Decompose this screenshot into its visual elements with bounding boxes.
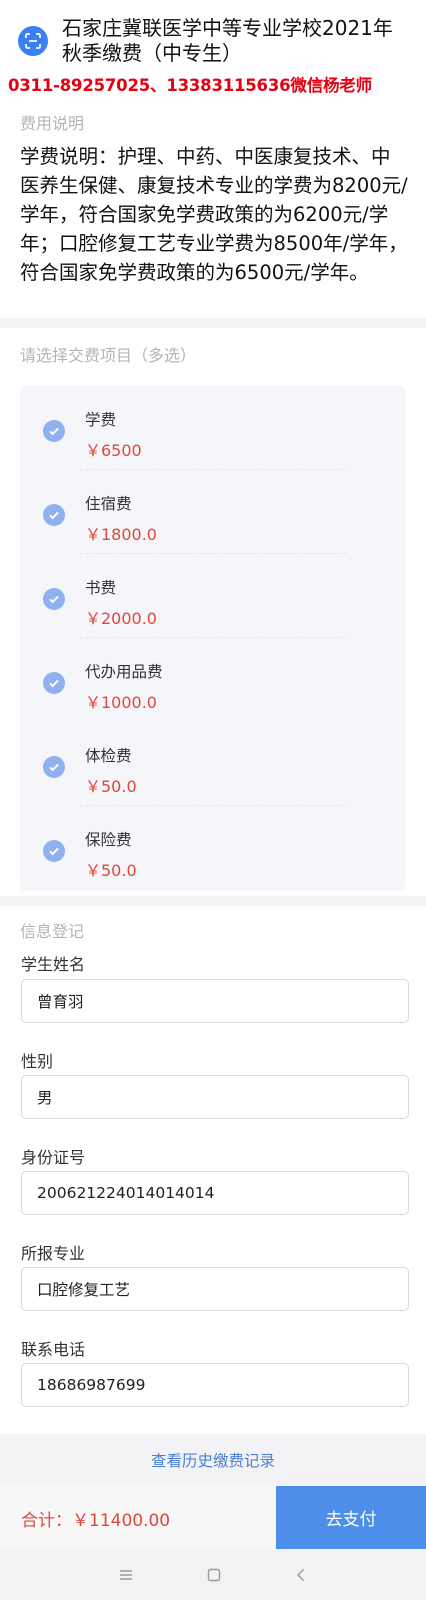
section-divider (0, 896, 426, 906)
phone-input[interactable]: 18686987699 (21, 1363, 409, 1407)
fee-item[interactable]: 学费 ￥6500 (20, 386, 406, 470)
back-icon[interactable] (288, 1562, 314, 1588)
checkbox-checked-icon[interactable] (43, 420, 65, 442)
fee-item[interactable]: 代办用品费 ￥1000.0 (20, 638, 406, 722)
fee-item-name: 代办用品费 (85, 663, 163, 681)
fee-info-label: 费用说明 (20, 114, 85, 133)
fee-item-price: ￥6500 (85, 441, 142, 460)
gender-label: 性别 (21, 1052, 54, 1071)
checkbox-checked-icon[interactable] (43, 756, 65, 778)
pay-button[interactable]: 去支付 (276, 1486, 426, 1549)
id-number-label: 身份证号 (21, 1148, 86, 1167)
page-header: 石家庄冀联医学中等专业学校2021年秋季缴费（中专生） 0311-8925702… (0, 0, 426, 100)
fee-item-name: 学费 (85, 411, 117, 429)
total-label: 合计： (21, 1511, 72, 1531)
phone-label: 联系电话 (21, 1340, 86, 1359)
fee-item-name: 保险费 (85, 831, 132, 849)
checkbox-checked-icon[interactable] (43, 840, 65, 862)
fee-item[interactable]: 体检费 ￥50.0 (20, 722, 406, 806)
fee-item-price: ￥2000.0 (85, 609, 157, 628)
fee-item-price: ￥1000.0 (85, 693, 157, 712)
home-square-icon[interactable] (201, 1562, 227, 1588)
checkbox-checked-icon[interactable] (43, 672, 65, 694)
student-name-label: 学生姓名 (21, 955, 86, 974)
id-number-input[interactable]: 200621224014014014 (21, 1171, 409, 1215)
fee-item-name: 书费 (85, 579, 117, 597)
gender-input[interactable]: 男 (21, 1075, 409, 1119)
items-section-label: 请选择交费项目（多选） (20, 346, 197, 365)
checkbox-checked-icon[interactable] (43, 588, 65, 610)
fee-item[interactable]: 书费 ￥2000.0 (20, 554, 406, 638)
checkbox-checked-icon[interactable] (43, 504, 65, 526)
total-amount: 合计：￥11400.00 (21, 1506, 170, 1531)
fee-item-price: ￥50.0 (85, 861, 137, 880)
major-label: 所报专业 (21, 1244, 86, 1263)
registration-label: 信息登记 (20, 922, 85, 941)
fee-items-list: 学费 ￥6500 住宿费 ￥1800.0 书费 ￥2000.0 代办用品费 ￥1… (20, 386, 406, 891)
fee-item-price: ￥50.0 (85, 777, 137, 796)
fee-item[interactable]: 住宿费 ￥1800.0 (20, 470, 406, 554)
system-nav-bar (0, 1549, 426, 1600)
fee-item[interactable]: 保险费 ￥50.0 (20, 806, 406, 890)
student-name-input[interactable]: 曾育羽 (21, 979, 409, 1023)
contact-info: 0311-89257025、13383115636微信杨老师 (8, 76, 372, 95)
section-divider (0, 318, 426, 328)
menu-icon[interactable] (113, 1562, 139, 1588)
fee-info-text: 学费说明：护理、中药、中医康复技术、中医养生保健、康复技术专业的学费为8200元… (20, 145, 408, 284)
total-value: ￥11400.00 (72, 1511, 171, 1531)
page-title: 石家庄冀联医学中等专业学校2021年秋季缴费（中专生） (62, 16, 393, 65)
scan-icon[interactable] (18, 26, 48, 56)
payment-history-link[interactable]: 查看历史缴费记录 (0, 1434, 426, 1486)
major-input[interactable]: 口腔修复工艺 (21, 1267, 409, 1311)
fee-item-name: 住宿费 (85, 495, 132, 513)
fee-item-name: 体检费 (85, 747, 132, 765)
payment-bar: 合计：￥11400.00 去支付 (0, 1486, 426, 1549)
fee-item-price: ￥1800.0 (85, 525, 157, 544)
